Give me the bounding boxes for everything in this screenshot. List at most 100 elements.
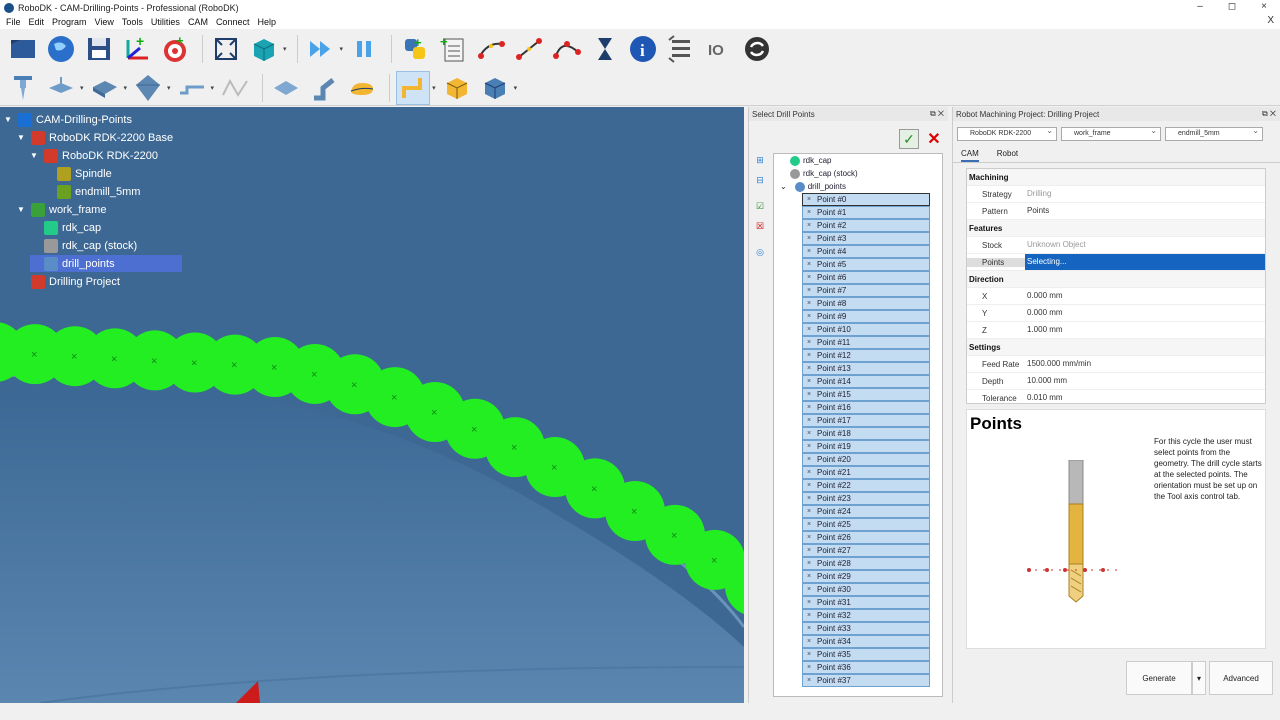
tree-item[interactable]: Spindle: [43, 165, 112, 182]
io-icon[interactable]: IO: [702, 32, 736, 66]
python-icon[interactable]: +: [398, 32, 432, 66]
property-value[interactable]: 0.010 mm: [1025, 390, 1265, 406]
menu-edit[interactable]: Edit: [29, 17, 45, 27]
point-row[interactable]: Point #5: [802, 258, 930, 271]
cancel-button[interactable]: ✕: [925, 129, 943, 149]
plane-icon[interactable]: [44, 71, 78, 105]
property-row[interactable]: Pattern Points: [967, 203, 1265, 220]
point-row[interactable]: Point #28: [802, 557, 930, 570]
point-row[interactable]: Point #37: [802, 674, 930, 687]
point-row[interactable]: Point #14: [802, 375, 930, 388]
menu-help[interactable]: Help: [257, 17, 276, 27]
point-row[interactable]: Point #18: [802, 427, 930, 440]
refresh-icon[interactable]: [740, 32, 774, 66]
point-row[interactable]: Point #1: [802, 206, 930, 219]
tool-select[interactable]: endmill_5mm: [1165, 125, 1263, 141]
point-row[interactable]: Point #24: [802, 505, 930, 518]
info-icon[interactable]: i: [626, 32, 660, 66]
point-row[interactable]: Point #20: [802, 453, 930, 466]
chevron-down-icon[interactable]: ▾: [514, 84, 518, 92]
menu-cam[interactable]: CAM: [188, 17, 208, 27]
pause-timer-icon[interactable]: [588, 32, 622, 66]
property-value[interactable]: 0.000 mm: [1025, 288, 1265, 304]
box-icon[interactable]: [478, 71, 512, 105]
path-icon[interactable]: [396, 70, 431, 105]
tree-item[interactable]: rdk_cap (stock): [30, 237, 137, 254]
point-row[interactable]: Point #19: [802, 440, 930, 453]
point-row[interactable]: Point #31: [802, 596, 930, 609]
point-row[interactable]: Point #2: [802, 219, 930, 232]
move-circular-icon[interactable]: [550, 32, 584, 66]
close-station-button[interactable]: X: [1267, 15, 1274, 26]
chevron-down-icon[interactable]: ▾: [80, 84, 84, 92]
surface-icon[interactable]: [88, 71, 122, 105]
close-button[interactable]: ×: [1248, 0, 1280, 15]
point-row[interactable]: Point #36: [802, 661, 930, 674]
diamond-icon[interactable]: [131, 71, 165, 105]
point-row[interactable]: Point #34: [802, 635, 930, 648]
menu-utilities[interactable]: Utilities: [151, 17, 180, 27]
property-row[interactable]: Depth 10.000 mm: [967, 373, 1265, 390]
menu-file[interactable]: File: [6, 17, 21, 27]
property-value[interactable]: Selecting...: [1025, 254, 1265, 270]
point-row[interactable]: Point #33: [802, 622, 930, 635]
confirm-button[interactable]: ✓: [899, 129, 919, 149]
point-row[interactable]: Point #11: [802, 336, 930, 349]
tree-item[interactable]: Drilling Project: [17, 273, 120, 290]
property-value[interactable]: 10.000 mm: [1025, 373, 1265, 389]
robot-select[interactable]: RoboDK RDK-2200: [957, 125, 1057, 141]
3d-viewport[interactable]: ×××××××××××××××××××× ▼CAM-Drilling-Point…: [0, 107, 744, 703]
generate-button[interactable]: Generate: [1126, 661, 1192, 695]
robot-arm-icon[interactable]: [307, 71, 341, 105]
chevron-down-icon[interactable]: ▾: [432, 84, 436, 92]
collapse-icon[interactable]: ⊟: [755, 175, 765, 185]
property-row[interactable]: Tolerance 0.010 mm: [967, 390, 1265, 407]
minimize-button[interactable]: –: [1184, 0, 1216, 15]
tab-cam[interactable]: CAM: [961, 147, 979, 162]
box-view-icon[interactable]: [247, 32, 281, 66]
point-row[interactable]: Point #9: [802, 310, 930, 323]
expand-arrow-icon[interactable]: ⌄: [780, 182, 787, 191]
menu-tools[interactable]: Tools: [122, 17, 143, 27]
property-value[interactable]: Unknown Object: [1025, 237, 1265, 253]
point-row[interactable]: Point #27: [802, 544, 930, 557]
property-value[interactable]: Drilling: [1025, 186, 1265, 202]
point-row[interactable]: Point #4: [802, 245, 930, 258]
web-icon[interactable]: [44, 32, 78, 66]
move-joint-icon[interactable]: [474, 32, 508, 66]
filter-icon[interactable]: ◎: [755, 247, 765, 257]
property-row[interactable]: X 0.000 mm: [967, 288, 1265, 305]
generate-options-button[interactable]: ▾: [1192, 661, 1206, 695]
tree-item[interactable]: ▼ RoboDK RDK-2200 Base: [17, 129, 173, 146]
tree-item[interactable]: rdk_cap: [30, 219, 101, 236]
point-row[interactable]: Point #15: [802, 388, 930, 401]
tree-item[interactable]: drill_points: [30, 255, 182, 272]
tree-item[interactable]: endmill_5mm: [43, 183, 140, 200]
add-program-icon[interactable]: +: [436, 32, 470, 66]
object-row[interactable]: rdk_cap (stock): [774, 167, 942, 180]
property-value[interactable]: 1500.000 mm/min: [1025, 356, 1265, 372]
save-icon[interactable]: [82, 32, 116, 66]
point-row[interactable]: Point #25: [802, 518, 930, 531]
maximize-button[interactable]: ◻: [1216, 0, 1248, 15]
point-row[interactable]: Point #16: [802, 401, 930, 414]
drill-points-list[interactable]: rdk_cap rdk_cap (stock) ⌄ drill_points Point…: [773, 153, 943, 697]
property-row[interactable]: Y 0.000 mm: [967, 305, 1265, 322]
add-target-icon[interactable]: +: [158, 32, 192, 66]
property-value[interactable]: 1.000 mm: [1025, 322, 1265, 338]
drill-tool-icon[interactable]: [6, 71, 40, 105]
point-row[interactable]: Point #23: [802, 492, 930, 505]
tree-item[interactable]: ▼ RoboDK RDK-2200: [30, 147, 158, 164]
property-row[interactable]: Strategy Drilling: [967, 186, 1265, 203]
curve-icon[interactable]: [175, 71, 209, 105]
menu-view[interactable]: View: [95, 17, 114, 27]
menu-connect[interactable]: Connect: [216, 17, 250, 27]
chevron-down-icon[interactable]: ▾: [167, 84, 171, 92]
point-row[interactable]: Point #29: [802, 570, 930, 583]
property-row[interactable]: Stock Unknown Object: [967, 237, 1265, 254]
point-row[interactable]: Point #8: [802, 297, 930, 310]
point-row[interactable]: Point #21: [802, 466, 930, 479]
object-row[interactable]: ⌄ drill_points: [774, 180, 942, 193]
property-value[interactable]: Points: [1025, 203, 1265, 219]
point-row[interactable]: Point #10: [802, 323, 930, 336]
